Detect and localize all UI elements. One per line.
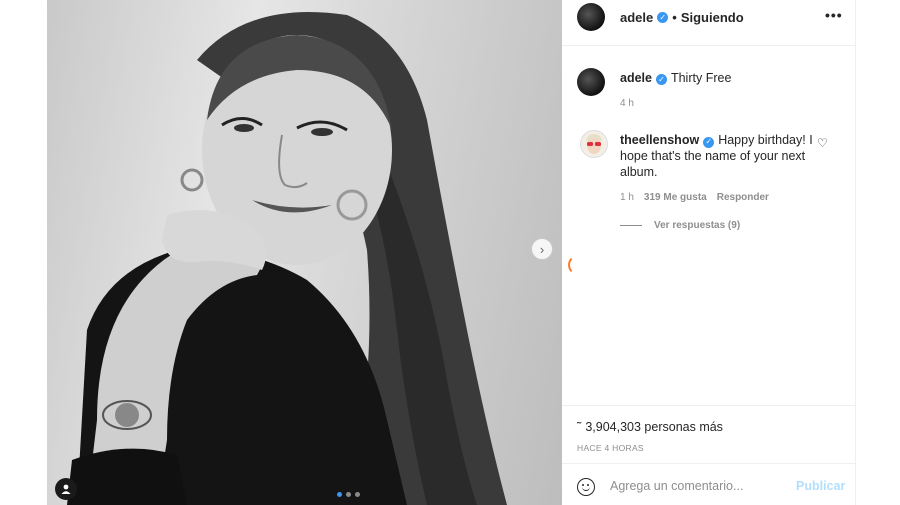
reply-button[interactable]: Responder — [717, 192, 769, 203]
like-comment-heart-icon[interactable]: ♡ — [817, 136, 828, 150]
panel-divider — [562, 405, 855, 406]
comment-meta: 1 h 319 Me gusta Responder — [620, 192, 769, 203]
view-replies-label: Ver respuestas (9) — [654, 220, 741, 231]
verified-badge-icon: ✓ — [703, 136, 715, 148]
following-button[interactable]: Siguiendo — [681, 10, 744, 25]
loading-spinner-icon — [568, 255, 588, 275]
post-header: adele ✓ • Siguiendo ••• — [562, 0, 855, 46]
likes-count-text: 3,904,303 personas más — [585, 419, 723, 434]
carousel-dot — [355, 492, 360, 497]
portrait-illustration — [67, 12, 507, 505]
comment: theellenshow ✓ Happy birthday! I hope that… — [620, 132, 815, 180]
post-timestamp[interactable]: HACE 4 HORAS — [577, 443, 644, 453]
carousel-dots — [337, 492, 360, 497]
liked-by-avatars-icon: ˜ — [577, 419, 582, 434]
next-image-chevron-icon[interactable]: › — [531, 238, 553, 260]
caption: adele ✓ Thirty Free — [620, 71, 731, 85]
post-side-panel: adele ✓ • Siguiendo ••• adele ✓ Thirty Fre… — [562, 0, 856, 505]
verified-badge-icon: ✓ — [657, 12, 669, 23]
comment-timestamp[interactable]: 1 h — [620, 192, 634, 203]
caption-text: Thirty Free — [670, 71, 732, 85]
user-tag-icon[interactable] — [55, 478, 77, 500]
more-options-icon[interactable]: ••• — [825, 7, 843, 23]
carousel-dot-active — [337, 492, 342, 497]
verified-badge-icon: ✓ — [655, 74, 667, 85]
likes-summary[interactable]: ˜ 3,904,303 personas más — [577, 419, 723, 434]
instagram-post-view: › adele ✓ • Siguiendo ••• adele ✓ Thirty F… — [0, 0, 900, 505]
view-replies-button[interactable]: Ver respuestas (9) — [620, 220, 740, 231]
post-photo[interactable] — [47, 0, 562, 505]
carousel-dot — [346, 492, 351, 497]
caption-username-link[interactable]: adele — [620, 71, 652, 85]
replies-divider-line — [620, 225, 642, 226]
header-user-row: adele ✓ • Siguiendo — [620, 10, 744, 25]
caption-author-avatar[interactable] — [577, 68, 605, 96]
commenter-avatar[interactable] — [580, 130, 608, 158]
publish-button[interactable]: Publicar — [796, 479, 845, 493]
header-separator: • — [672, 10, 677, 25]
comment-input[interactable] — [610, 476, 790, 496]
author-username-link[interactable]: adele — [620, 10, 653, 25]
add-comment-bar: Publicar — [562, 463, 855, 505]
author-avatar[interactable] — [577, 3, 605, 31]
commenter-username-link[interactable]: theellenshow — [620, 133, 699, 147]
emoji-smiley-icon[interactable] — [577, 478, 595, 496]
caption-timestamp[interactable]: 4 h — [620, 98, 634, 109]
comment-likes-link[interactable]: 319 Me gusta — [644, 192, 707, 203]
